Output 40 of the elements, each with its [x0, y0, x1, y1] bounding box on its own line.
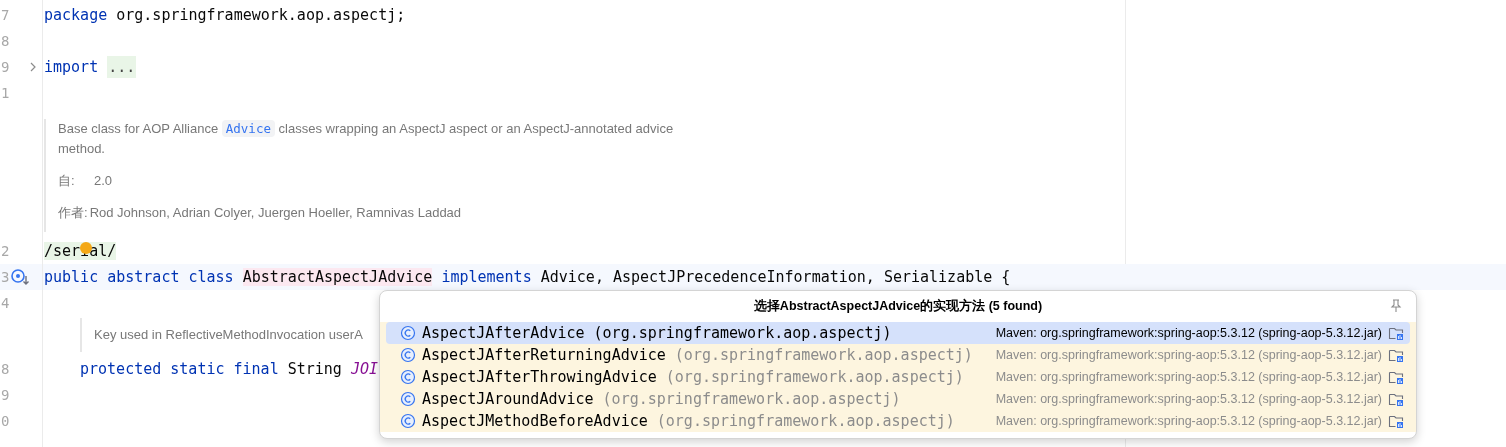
line-number: 0 [1, 413, 11, 429]
circle-arrow-icon[interactable] [10, 268, 32, 286]
line-number: 7 [1, 7, 11, 23]
line-number: 9 [1, 59, 11, 75]
folded-code-placeholder[interactable]: ... [107, 56, 137, 78]
doc-tag-label: 自: [58, 172, 76, 190]
class-icon [400, 391, 416, 407]
code-line: import [44, 58, 99, 76]
chevron-right-icon[interactable] [29, 62, 37, 72]
line-number: 9 [1, 387, 11, 403]
code-line: protected static final String JOI [80, 360, 379, 378]
doc-comment-text: Base class for AOP Alliance Advice classes wrapping an AspectJ aspect or an AspectJ-annotated advice method. [58, 119, 675, 158]
implementation-item[interactable]: AspectJMethodBeforeAdvice (org.springframework.aop.aspectj) Maven: org.springframework:spring-aop:5.3.12 (spring-aop-5.3.12.jar) [386, 410, 1410, 432]
library-folder-icon [1388, 413, 1404, 429]
pin-icon[interactable] [1390, 299, 1402, 313]
line-number: 2 [1, 243, 11, 259]
class-icon [400, 347, 416, 363]
doc-tag-value: 2.0 [94, 172, 113, 190]
implementation-item[interactable]: AspectJAfterReturningAdvice (org.springframework.aop.aspectj) Maven: org.springframework:spring-aop:5.3.12 (spring-aop-5.3.12.jar) [386, 344, 1410, 366]
implementation-item[interactable]: AspectJAfterAdvice (org.springframework.aop.aspectj) Maven: org.springframework:spring-aop:5.3.12 (spring-aop-5.3.12.jar) [386, 322, 1410, 344]
library-folder-icon [1388, 347, 1404, 363]
line-number: 3 [1, 269, 11, 285]
doc-tag-value: Rod Johnson, Adrian Colyer, Juergen Hoeller, Ramnivas Laddad [89, 204, 462, 222]
line-number: 8 [1, 33, 11, 49]
code-line: package org.springframework.aop.aspectj; [44, 6, 406, 24]
line-number: 4 [1, 295, 11, 311]
library-folder-icon [1388, 391, 1404, 407]
popup-title: 选择AbstractAspectJAdvice的实现方法 (5 found) [753, 298, 1043, 315]
class-icon [400, 369, 416, 385]
doc-tag-label: 作者: [58, 204, 88, 222]
line-number: 1 [1, 85, 11, 101]
doc-comment-text: Key used in ReflectiveMethodInvocation userA [94, 326, 363, 344]
line-number: 8 [1, 361, 11, 377]
code-line: public abstract class AbstractAspectJAdvice implements Advice, AspectJPrecedenceInformation, Serializable { [44, 268, 1011, 286]
library-folder-icon [1388, 369, 1404, 385]
library-folder-icon [1388, 325, 1404, 341]
implementation-item[interactable]: AspectJAroundAdvice (org.springframework.aop.aspectj) Maven: org.springframework:spring-aop:5.3.12 (spring-aop-5.3.12.jar) [386, 388, 1410, 410]
class-icon [400, 325, 416, 341]
class-icon [400, 413, 416, 429]
implementation-item[interactable]: AspectJAfterThrowingAdvice (org.springframework.aop.aspectj) Maven: org.springframework:spring-aop:5.3.12 (spring-aop-5.3.12.jar) [386, 366, 1410, 388]
